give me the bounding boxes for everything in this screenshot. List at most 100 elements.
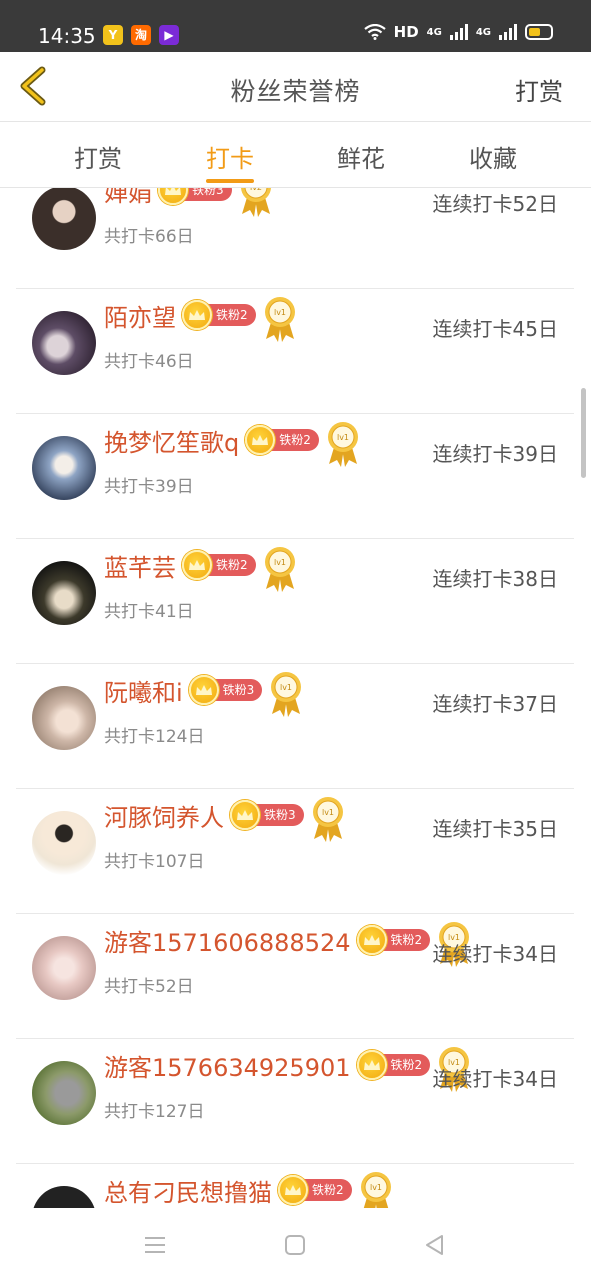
- home-square-icon[interactable]: [280, 1230, 310, 1260]
- total-checkins: 共打卡52日: [104, 977, 194, 997]
- fan-level-badge: 铁粉2: [356, 1050, 431, 1080]
- fan-level-badge: 铁粉2: [356, 925, 431, 955]
- hd-indicator: HD: [393, 23, 419, 41]
- crown-icon: [356, 925, 387, 955]
- reward-button[interactable]: 打赏: [515, 72, 563, 107]
- fan-level-badge: 铁粉3: [188, 675, 263, 705]
- crown-icon: [188, 675, 219, 705]
- fan-name[interactable]: 婵娟: [104, 188, 152, 208]
- wifi-icon: [363, 24, 386, 40]
- tab-favorites[interactable]: 收藏: [443, 139, 543, 174]
- fan-row[interactable]: 阮曦和i 铁粉3 lv1 共打卡124日 连续打卡37日: [16, 664, 574, 789]
- tab-bar: 打赏 打卡 鲜花 收藏: [0, 123, 591, 188]
- fan-name[interactable]: 总有刁民想撸猫: [104, 1173, 272, 1208]
- avatar[interactable]: [32, 811, 96, 875]
- status-bar: 14:35 Y 淘 ▶ HD 4G 4G: [0, 0, 591, 52]
- fan-name[interactable]: 游客1576634925901: [104, 1048, 351, 1083]
- streak-days: 连续打卡37日: [432, 692, 558, 716]
- svg-text:lv2: lv2: [250, 188, 262, 192]
- fan-row[interactable]: 蓝芊芸 铁粉2 lv1 共打卡41日 连续打卡38日: [16, 539, 574, 664]
- video-app-icon: ▶: [159, 25, 179, 45]
- avatar[interactable]: [32, 1061, 96, 1125]
- svg-text:lv1: lv1: [322, 808, 334, 817]
- level-medal-icon: lv1: [327, 422, 358, 467]
- crown-icon: [158, 188, 188, 205]
- level-medal-icon: lv1: [264, 297, 295, 342]
- fan-level-badge: 铁粉2: [245, 425, 319, 455]
- fan-row[interactable]: 游客1576634925901 铁粉2 lv1 共打卡127日 连续打卡34日: [16, 1039, 574, 1164]
- network-gen-1: 4G: [426, 26, 442, 38]
- status-app-icons: Y 淘 ▶: [103, 25, 179, 45]
- fan-level-badge: 铁粉2: [182, 550, 256, 580]
- streak-days: 连续打卡39日: [432, 442, 558, 466]
- tab-checkin[interactable]: 打卡: [180, 139, 280, 174]
- fan-name[interactable]: 蓝芊芸: [104, 548, 176, 583]
- streak-days: 连续打卡34日: [432, 1067, 558, 1091]
- avatar[interactable]: [32, 436, 96, 500]
- fan-ranking-list: 婵娟 铁粉3 lv2 共打卡66日 连续打卡52日 陌亦望 铁粉2: [0, 188, 591, 1208]
- level-medal-icon: lv1: [312, 797, 343, 842]
- level-medal-icon: lv1: [264, 547, 295, 592]
- avatar[interactable]: [32, 311, 96, 375]
- total-checkins: 共打卡41日: [104, 602, 194, 622]
- total-checkins: 共打卡46日: [104, 352, 194, 372]
- fan-level-badge: 铁粉2: [182, 300, 256, 330]
- crown-icon: [182, 550, 212, 580]
- fan-name[interactable]: 游客1571606888524: [104, 923, 351, 958]
- streak-days: 连续打卡35日: [432, 817, 558, 841]
- avatar[interactable]: [32, 561, 96, 625]
- fan-row[interactable]: 婵娟 铁粉3 lv2 共打卡66日 连续打卡52日: [16, 188, 574, 289]
- level-medal-icon: lv1: [271, 672, 302, 717]
- streak-days: 连续打卡34日: [432, 942, 558, 966]
- fan-level-badge: 铁粉3: [158, 188, 232, 205]
- svg-text:lv1: lv1: [280, 683, 292, 692]
- menu-icon[interactable]: [140, 1230, 170, 1260]
- network-gen-2: 4G: [475, 26, 491, 38]
- total-checkins: 共打卡124日: [104, 727, 205, 747]
- avatar[interactable]: [32, 188, 96, 250]
- svg-text:lv1: lv1: [370, 1183, 382, 1192]
- fan-row[interactable]: 总有刁民想撸猫 铁粉2 lv1: [16, 1164, 574, 1208]
- crown-icon: [182, 300, 212, 330]
- level-medal-icon: lv2: [240, 188, 271, 217]
- status-indicators: HD 4G 4G: [363, 23, 553, 41]
- status-time: 14:35: [38, 24, 96, 48]
- fan-row[interactable]: 游客1571606888524 铁粉2 lv1 共打卡52日 连续打卡34日: [16, 914, 574, 1039]
- crown-icon: [356, 1050, 387, 1080]
- fan-name[interactable]: 挽梦忆笙歌q: [104, 423, 239, 458]
- level-medal-icon: lv1: [360, 1172, 391, 1208]
- tab-reward[interactable]: 打赏: [48, 139, 148, 174]
- streak-days: 连续打卡38日: [432, 567, 558, 591]
- fan-row[interactable]: 河豚饲养人 铁粉3 lv1 共打卡107日 连续打卡35日: [16, 789, 574, 914]
- svg-text:lv1: lv1: [274, 558, 286, 567]
- system-nav-bar: [0, 1208, 591, 1280]
- fan-level-badge: 铁粉3: [230, 800, 304, 830]
- total-checkins: 共打卡127日: [104, 1102, 205, 1122]
- list-scrollbar[interactable]: [581, 388, 586, 478]
- streak-days: 连续打卡52日: [432, 192, 558, 216]
- avatar[interactable]: [32, 936, 96, 1000]
- avatar[interactable]: [32, 686, 96, 750]
- avatar[interactable]: [32, 1186, 96, 1208]
- fan-level-badge: 铁粉2: [278, 1175, 352, 1205]
- streak-days: 连续打卡45日: [432, 317, 558, 341]
- crown-icon: [230, 800, 260, 830]
- tab-flowers[interactable]: 鲜花: [311, 139, 411, 174]
- total-checkins: 共打卡66日: [104, 227, 194, 247]
- svg-text:lv1: lv1: [337, 433, 349, 442]
- crown-icon: [278, 1175, 308, 1205]
- total-checkins: 共打卡107日: [104, 852, 205, 872]
- fan-row[interactable]: 挽梦忆笙歌q 铁粉2 lv1 共打卡39日 连续打卡39日: [16, 414, 574, 539]
- active-tab-indicator: [206, 179, 254, 183]
- fan-name[interactable]: 陌亦望: [104, 298, 176, 333]
- battery-icon: [525, 24, 553, 40]
- fan-row[interactable]: 陌亦望 铁粉2 lv1 共打卡46日 连续打卡45日: [16, 289, 574, 414]
- total-checkins: 共打卡39日: [104, 477, 194, 497]
- signal-icon-1: [449, 24, 468, 40]
- fan-name[interactable]: 阮曦和i: [104, 673, 183, 708]
- calendar-app-icon: Y: [103, 25, 123, 45]
- page-header: 粉丝荣誉榜 打赏: [0, 52, 591, 122]
- back-triangle-icon[interactable]: [420, 1230, 450, 1260]
- fan-name[interactable]: 河豚饲养人: [104, 798, 224, 833]
- page-title: 粉丝荣誉榜: [230, 77, 361, 106]
